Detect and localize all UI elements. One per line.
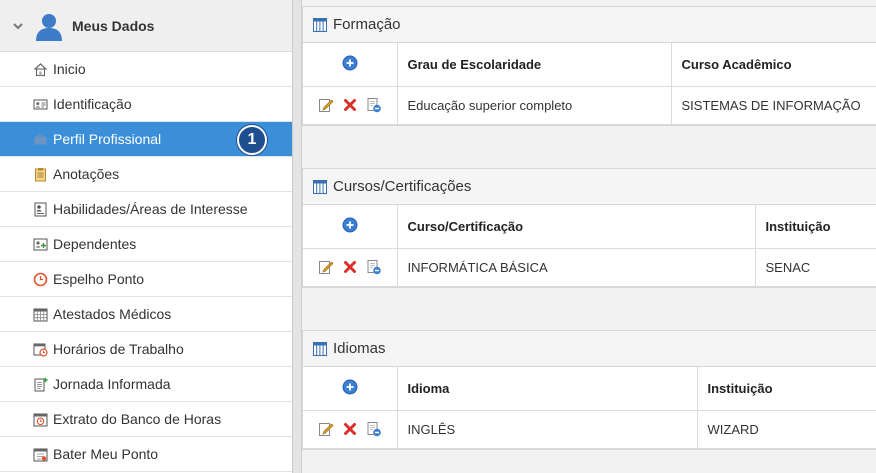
row-actions	[303, 248, 398, 287]
sidebar-item-label: Espelho Ponto	[53, 271, 145, 287]
add-cell	[303, 205, 398, 249]
column-header: Instituição	[697, 367, 876, 411]
sidebar-item-label: Identificação	[53, 96, 132, 112]
sidebar-item-dependentes[interactable]: Dependentes	[0, 227, 292, 262]
add-cell	[303, 367, 398, 411]
sidebar-item-atestados-medicos[interactable]: Atestados Médicos	[0, 297, 292, 332]
sidebar-item-label: Bater Meu Ponto	[53, 446, 159, 462]
add-icon[interactable]	[342, 379, 358, 395]
document-remove-icon[interactable]	[366, 259, 382, 275]
column-header: Curso Acadêmico	[671, 43, 876, 87]
sidebar-item-anotacoes[interactable]: Anotações	[0, 157, 292, 192]
column-header: Grau de Escolaridade	[397, 43, 672, 87]
sidebar-item-label: Atestados Médicos	[53, 306, 172, 322]
formacao-header: Formação	[303, 7, 876, 43]
sidebar-item-inicio[interactable]: Inicio	[0, 52, 292, 87]
sidebar-item-identificacao[interactable]: Identificação	[0, 87, 292, 122]
sidebar-item-label: Perfil Profissional	[53, 131, 162, 147]
sidebar-item-extrato-banco-horas[interactable]: Extrato do Banco de Horas	[0, 402, 292, 437]
sidebar-item-perfil-profissional[interactable]: Perfil Profissional 1	[0, 122, 292, 157]
cursos-header: Cursos/Certificações	[303, 169, 876, 205]
sidebar-item-label: Dependentes	[53, 236, 137, 252]
clipboard-icon	[33, 167, 48, 182]
cursos-table: Curso/Certificação Instituição INFORMÁTI…	[303, 205, 876, 287]
app-window: Meus Dados Inicio Identificação Perfil P…	[0, 0, 876, 473]
table-cell: SENAC	[755, 248, 876, 287]
add-icon[interactable]	[342, 217, 358, 233]
idiomas-title: Idiomas	[333, 340, 386, 357]
document-remove-icon[interactable]	[366, 97, 382, 113]
table-icon	[313, 179, 327, 194]
dependents-icon	[33, 237, 48, 252]
column-header: Idioma	[397, 367, 698, 411]
main-content: Formação Grau de Escolaridade Curso Acad…	[302, 0, 876, 473]
chevron-down-icon[interactable]	[12, 20, 24, 32]
formacao-title: Formação	[333, 16, 401, 33]
sidebar-item-horarios-trabalho[interactable]: Horários de Trabalho	[0, 332, 292, 367]
user-avatar-icon	[36, 13, 62, 41]
table-cell: SISTEMAS DE INFORMAÇÃO	[671, 86, 876, 125]
sidebar-item-espelho-ponto[interactable]: Espelho Ponto	[0, 262, 292, 297]
document-remove-icon[interactable]	[366, 421, 382, 437]
edit-icon[interactable]	[318, 259, 334, 275]
table-icon	[313, 341, 327, 356]
sidebar-header-title: Meus Dados	[72, 17, 155, 34]
document-add-icon	[33, 377, 48, 392]
table-header-row: Idioma Instituição	[303, 367, 876, 411]
sidebar-item-label: Horários de Trabalho	[53, 341, 184, 357]
sidebar-item-habilidades[interactable]: Habilidades/Áreas de Interesse	[0, 192, 292, 227]
table-cell: WIZARD	[697, 410, 876, 449]
delete-icon[interactable]	[342, 97, 358, 113]
formacao-panel: Formação Grau de Escolaridade Curso Acad…	[302, 6, 876, 126]
step-badge: 1	[237, 125, 267, 155]
sidebar-scrollbar[interactable]	[293, 0, 302, 473]
sidebar-item-bater-meu-ponto[interactable]: Bater Meu Ponto	[0, 437, 292, 472]
calendar-punch-icon	[33, 447, 48, 462]
column-header: Curso/Certificação	[397, 205, 756, 249]
calendar-clock-icon	[33, 342, 48, 357]
sidebar-item-label: Habilidades/Áreas de Interesse	[53, 201, 248, 217]
sidebar-item-label: Inicio	[53, 61, 86, 77]
sidebar-item-label: Anotações	[53, 166, 120, 182]
table-row: INFORMÁTICA BÁSICA SENAC	[303, 248, 876, 287]
add-icon[interactable]	[342, 55, 358, 71]
table-icon	[313, 17, 327, 32]
sidebar: Meus Dados Inicio Identificação Perfil P…	[0, 0, 293, 473]
idiomas-header: Idiomas	[303, 331, 876, 367]
table-cell: INFORMÁTICA BÁSICA	[397, 248, 756, 287]
edit-icon[interactable]	[318, 421, 334, 437]
edit-icon[interactable]	[318, 97, 334, 113]
sidebar-nav: Inicio Identificação Perfil Profissional…	[0, 52, 292, 472]
sidebar-item-jornada-informada[interactable]: Jornada Informada	[0, 367, 292, 402]
clock-icon	[33, 272, 48, 287]
row-actions	[303, 410, 398, 449]
cursos-panel: Cursos/Certificações Curso/Certificação …	[302, 168, 876, 288]
table-row: INGLÊS WIZARD	[303, 410, 876, 449]
row-actions	[303, 86, 398, 125]
table-cell: INGLÊS	[397, 410, 698, 449]
profile-icon	[33, 202, 48, 217]
cursos-title: Cursos/Certificações	[333, 178, 472, 195]
calendar-grid-icon	[33, 307, 48, 322]
table-cell: Educação superior completo	[397, 86, 672, 125]
sidebar-item-label: Jornada Informada	[53, 376, 171, 392]
delete-icon[interactable]	[342, 421, 358, 437]
idiomas-table: Idioma Instituição INGLÊS WIZARD	[303, 367, 876, 449]
sidebar-item-label: Extrato do Banco de Horas	[53, 411, 222, 427]
add-cell	[303, 43, 398, 87]
column-header: Instituição	[755, 205, 876, 249]
formacao-table: Grau de Escolaridade Curso Acadêmico Edu…	[303, 43, 876, 125]
briefcase-icon	[33, 132, 48, 147]
table-header-row: Curso/Certificação Instituição	[303, 205, 876, 249]
idiomas-panel: Idiomas Idioma Instituição INGLÊS WIZARD	[302, 330, 876, 450]
table-header-row: Grau de Escolaridade Curso Acadêmico	[303, 43, 876, 87]
delete-icon[interactable]	[342, 259, 358, 275]
calendar-check-icon	[33, 412, 48, 427]
id-card-icon	[33, 97, 48, 112]
table-row: Educação superior completo SISTEMAS DE I…	[303, 86, 876, 125]
sidebar-header[interactable]: Meus Dados	[0, 0, 292, 52]
home-icon	[33, 62, 48, 77]
